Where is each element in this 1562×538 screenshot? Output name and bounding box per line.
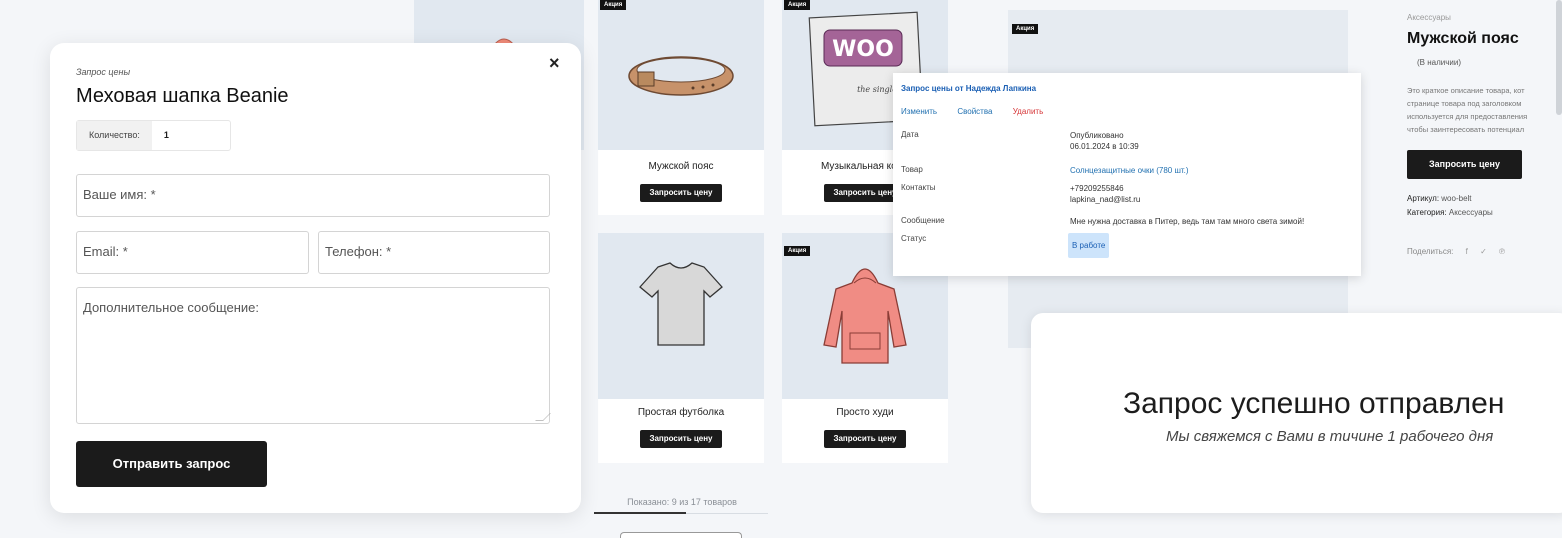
product-card-tshirt[interactable]: Простая футболка Запросить цену	[598, 233, 764, 463]
sku-row: Артикул: woo-belt	[1407, 194, 1472, 203]
product-title[interactable]: Просто худи	[782, 407, 948, 418]
status-label: Статус	[901, 234, 927, 243]
description-line: Это краткое описание товара, кот	[1407, 86, 1525, 95]
product-link[interactable]: Солнцезащитные очки (780 шт.)	[1070, 165, 1189, 176]
message-textarea[interactable]: Дополнительное сообщение:	[76, 287, 551, 424]
date-time: 06.01.2024 в 10:39	[1070, 142, 1139, 151]
product-category[interactable]: Аксессуары	[1407, 13, 1451, 22]
name-input[interactable]: Ваше имя: *	[76, 174, 550, 217]
tshirt-icon	[639, 262, 723, 346]
phone-input[interactable]: Телефон: *	[318, 231, 550, 274]
date-status: Опубликовано	[1070, 131, 1124, 140]
sku-value: woo-belt	[1441, 194, 1472, 203]
description-line: используется для предоставления	[1407, 112, 1528, 121]
share-row: Поделиться: f ✓ ℗	[1407, 247, 1505, 256]
product-image-tshirt	[598, 233, 764, 399]
request-price-button[interactable]: Запросить цену	[640, 430, 722, 448]
product-description: Это краткое описание товара, кот страниц…	[1407, 84, 1562, 136]
share-label: Поделиться:	[1407, 247, 1454, 256]
quantity-label: Количество:	[77, 121, 152, 150]
description-line: странице товара под заголовком	[1407, 99, 1522, 108]
product-card-belt[interactable]: Акция Мужской пояс Запросить цену	[598, 0, 764, 215]
sku-label: Артикул:	[1407, 194, 1440, 203]
sale-badge: Акция	[1012, 24, 1039, 34]
email-input[interactable]: Email: *	[76, 231, 309, 274]
success-subtitle: Мы свяжемся с Вами в тичине 1 рабочего д…	[1166, 428, 1494, 445]
contacts-value: +79209255846 lapkina_nad@list.ru	[1070, 183, 1140, 205]
sale-badge: Акция	[600, 0, 627, 10]
submit-request-button[interactable]: Отправить запрос	[76, 441, 267, 487]
results-count: Показано: 9 из 17 товаров	[627, 497, 737, 507]
quantity-field[interactable]: Количество: 1	[76, 120, 231, 151]
edit-link[interactable]: Изменить	[901, 107, 937, 116]
category-label: Категория:	[1407, 208, 1447, 217]
properties-link[interactable]: Свойства	[957, 107, 992, 116]
request-actions: Изменить Свойства Удалить	[901, 107, 1061, 116]
svg-text:WOO: WOO	[832, 37, 894, 62]
description-line: чтобы заинтересовать потенциал	[1407, 125, 1525, 134]
request-price-button[interactable]: Запросить цену	[640, 184, 722, 202]
admin-request-card: Запрос цены от Надежда Лапкина Изменить …	[893, 73, 1361, 276]
request-title[interactable]: Запрос цены от Надежда Лапкина	[901, 84, 1036, 93]
svg-text:the single: the single	[857, 85, 897, 94]
twitter-icon[interactable]: ✓	[1480, 247, 1487, 256]
date-label: Дата	[901, 130, 919, 139]
request-price-button[interactable]: Запросить цену	[824, 430, 906, 448]
product-title[interactable]: Мужской пояс	[598, 161, 764, 172]
load-more-button[interactable]	[620, 532, 742, 538]
modal-subtitle: Запрос цены	[76, 67, 131, 77]
modal-title: Меховая шапка Beanie	[76, 85, 289, 107]
quantity-input[interactable]: 1	[152, 121, 169, 150]
message-value: Мне нужна доставка в Питер, ведь там там…	[1070, 217, 1305, 226]
progress-fill	[594, 512, 686, 514]
price-request-modal: × Запрос цены Меховая шапка Beanie Колич…	[50, 43, 581, 513]
facebook-icon[interactable]: f	[1466, 247, 1468, 256]
email-value: lapkina_nad@list.ru	[1070, 195, 1141, 204]
pinterest-icon[interactable]: ℗	[1499, 247, 1505, 256]
success-title: Запрос успешно отправлен	[1123, 387, 1505, 420]
sale-badge: Акция	[784, 246, 811, 256]
request-price-button[interactable]: Запросить цену	[1407, 150, 1522, 179]
status-badge[interactable]: В работе	[1068, 233, 1110, 258]
message-placeholder: Дополнительное сообщение:	[83, 300, 260, 315]
sale-badge: Акция	[784, 0, 811, 10]
category-row: Категория: Аксессуары	[1407, 208, 1493, 217]
success-panel: Запрос успешно отправлен Мы свяжемся с В…	[1031, 313, 1562, 513]
product-title: Мужской пояс	[1407, 30, 1519, 47]
product-title[interactable]: Простая футболка	[598, 407, 764, 418]
phone-value: +79209255846	[1070, 184, 1124, 193]
delete-link[interactable]: Удалить	[1013, 107, 1044, 116]
resize-handle-icon[interactable]	[535, 413, 551, 421]
scrollbar[interactable]	[1556, 0, 1562, 115]
contacts-label: Контакты	[901, 183, 936, 192]
close-icon[interactable]: ×	[549, 53, 560, 74]
belt-icon	[628, 56, 734, 96]
stock-status: (В наличии)	[1417, 58, 1461, 67]
category-link[interactable]: Аксессуары	[1449, 208, 1493, 217]
message-label: Сообщение	[901, 216, 945, 225]
date-value: Опубликовано 06.01.2024 в 10:39	[1070, 130, 1139, 152]
product-image-belt	[598, 0, 764, 150]
product-label: Товар	[901, 165, 923, 174]
